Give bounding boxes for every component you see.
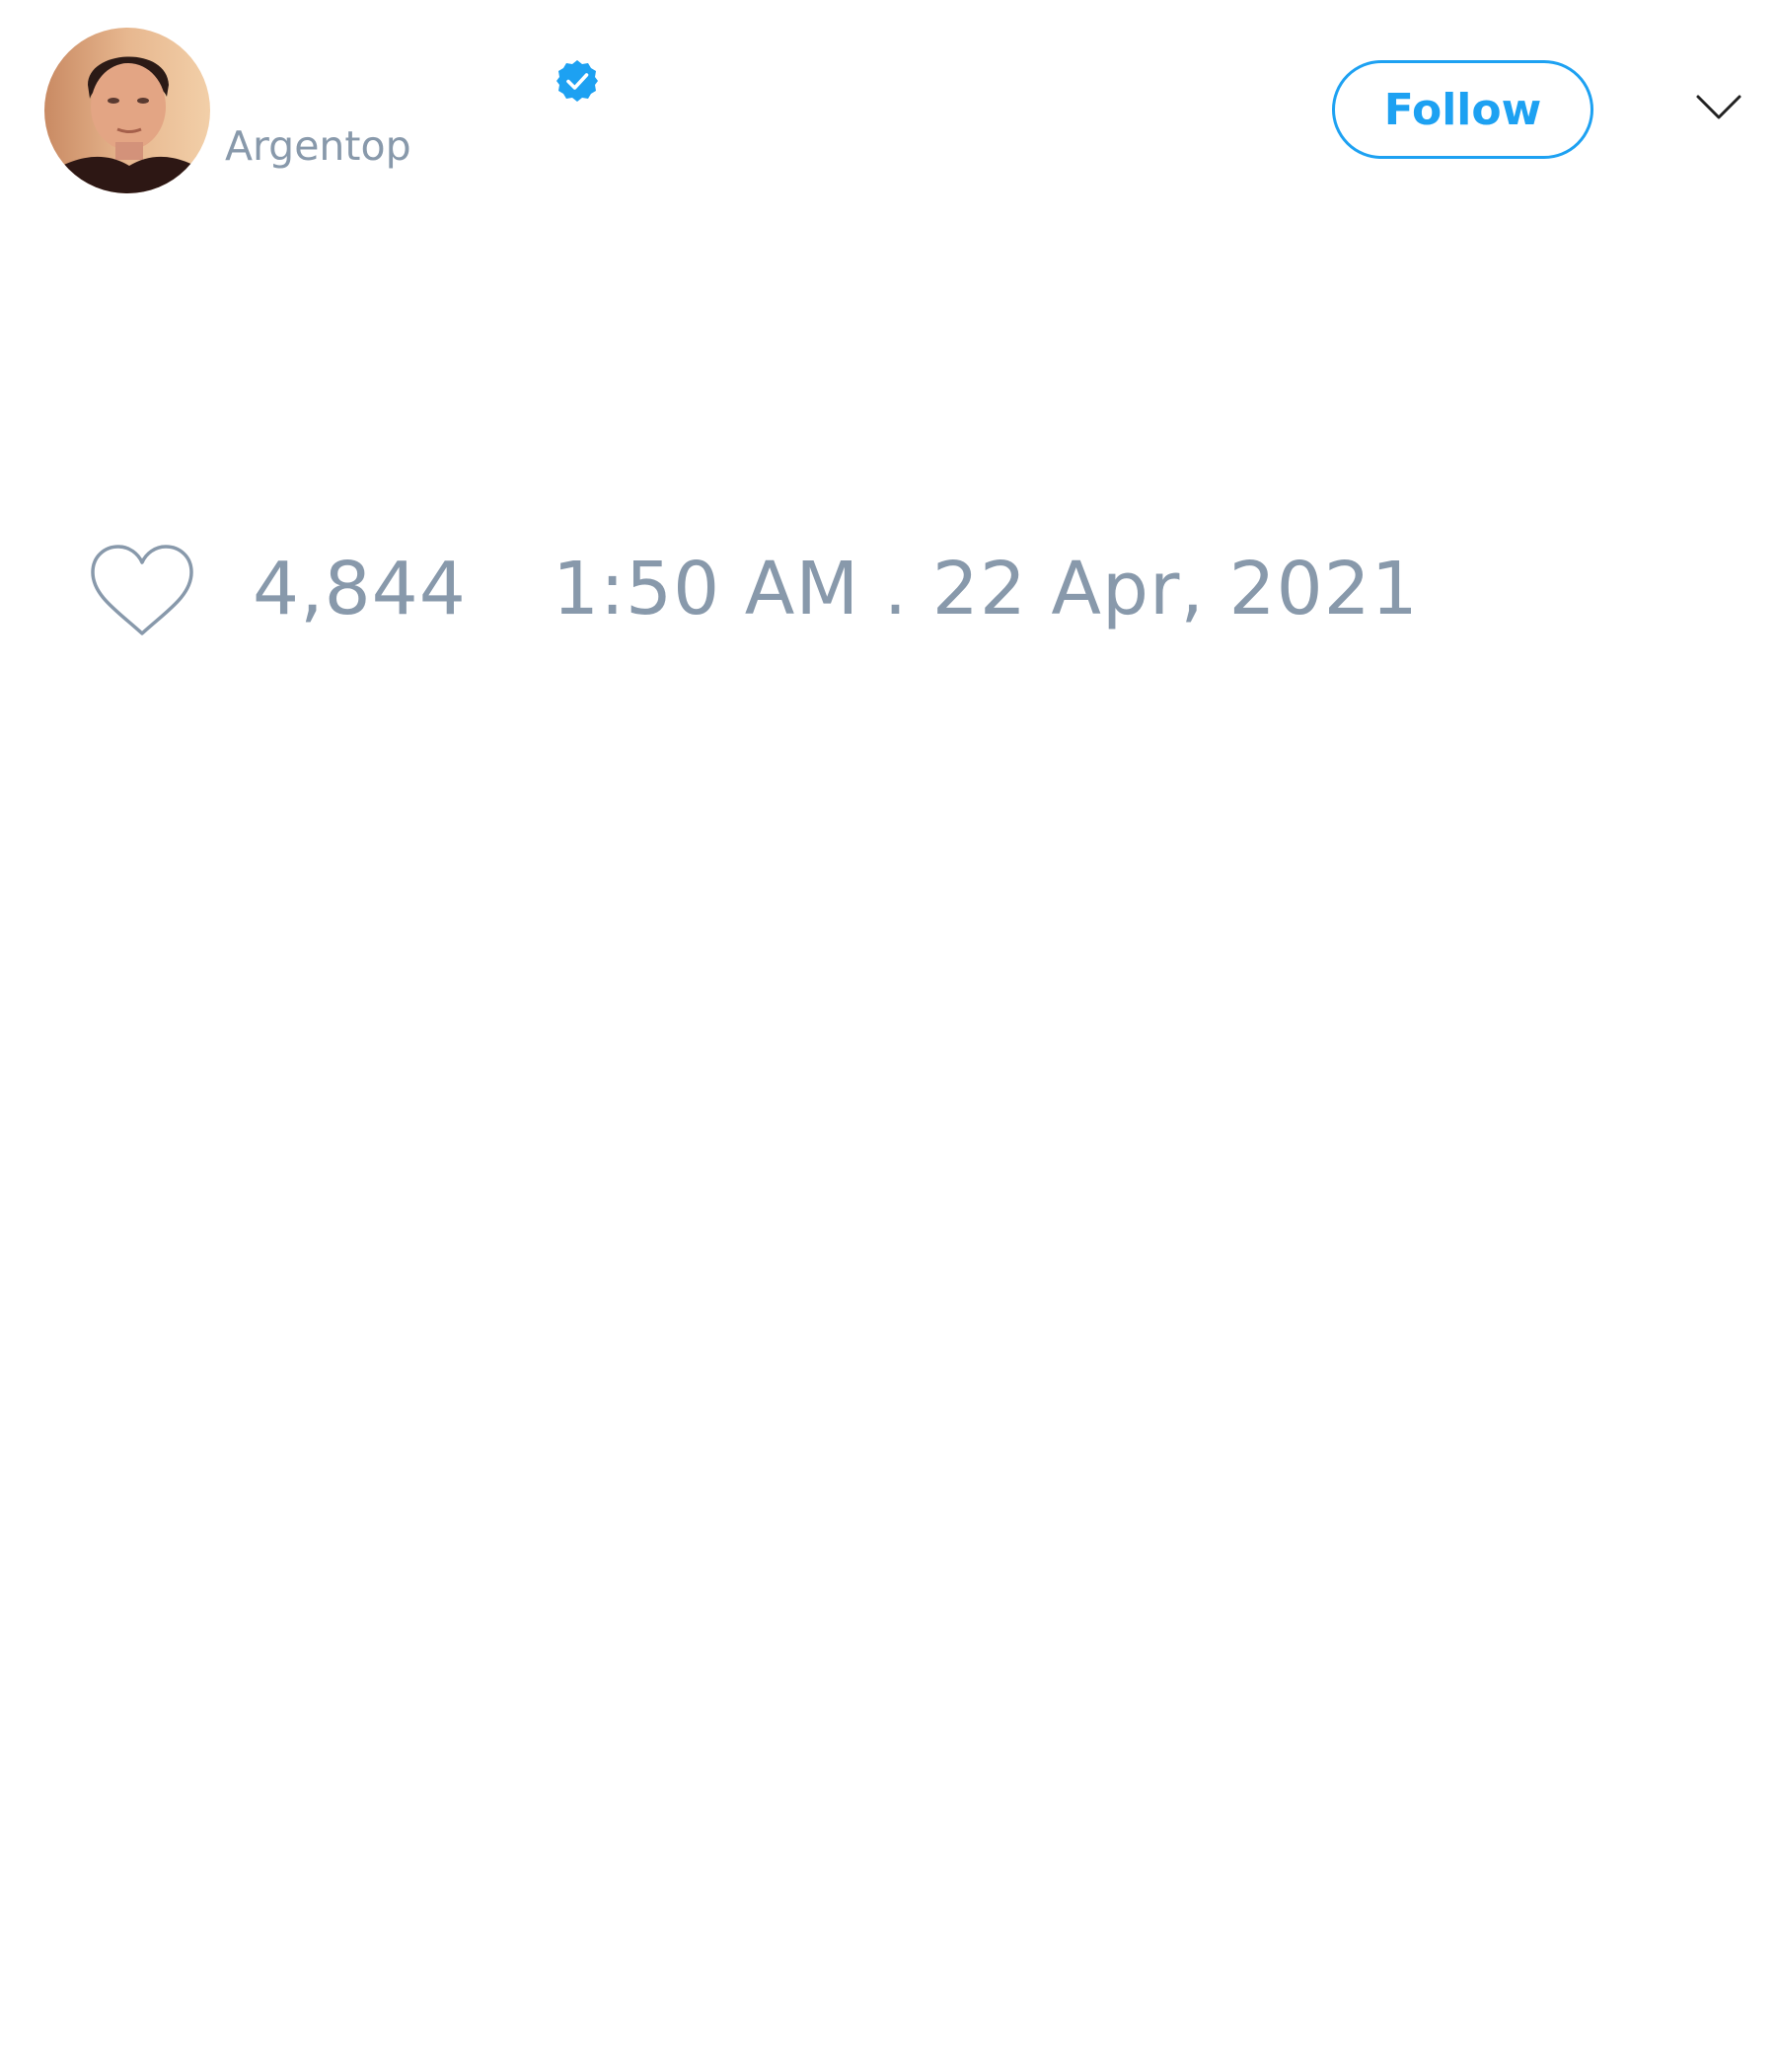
like-count: 4,844 bbox=[253, 547, 467, 631]
chevron-down-icon[interactable] bbox=[1695, 93, 1742, 122]
avatar[interactable] bbox=[44, 28, 210, 193]
tweet-meta: 4,844 1:50 AM . 22 Apr, 2021 bbox=[0, 533, 1776, 651]
author-handle[interactable]: Argentop bbox=[225, 126, 411, 167]
tweet-timestamp[interactable]: 1:50 AM . 22 Apr, 2021 bbox=[553, 553, 1419, 626]
avatar-photo bbox=[44, 28, 210, 193]
follow-button[interactable]: Follow bbox=[1332, 60, 1593, 159]
heart-icon[interactable] bbox=[89, 543, 195, 639]
verified-badge-icon bbox=[556, 60, 598, 102]
tweet-header: Argentop Follow bbox=[0, 0, 1776, 227]
tweet-embed: Argentop Follow 4,844 1:50 AM . 22 Apr, … bbox=[0, 0, 1776, 2072]
